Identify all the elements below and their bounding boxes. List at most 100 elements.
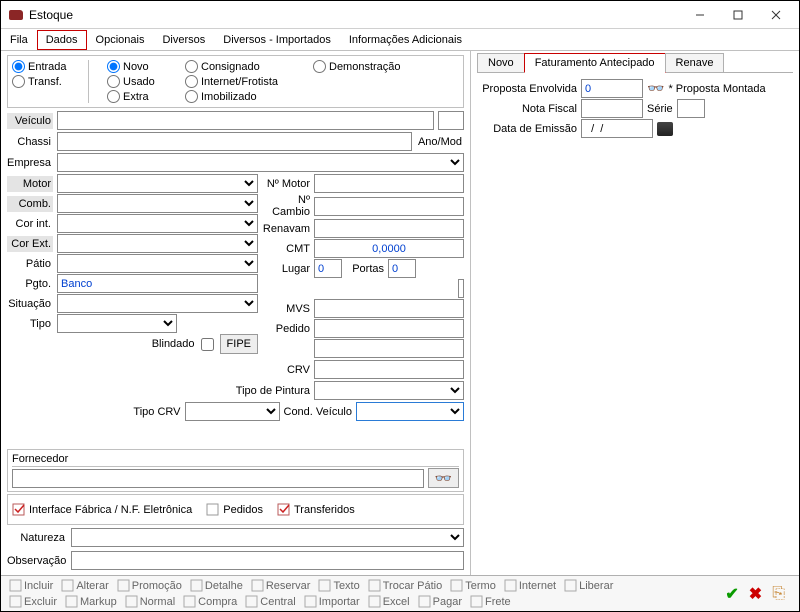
tool-icon [418, 595, 431, 608]
label-proposta: Proposta Envolvida [477, 83, 577, 95]
extra-field[interactable] [314, 339, 464, 358]
fornecedor-field[interactable] [12, 469, 424, 488]
window-title: Estoque [29, 8, 681, 22]
tool-trocar-pátio[interactable]: Trocar Pátio [366, 578, 445, 593]
renavam-field[interactable] [314, 219, 464, 238]
radio-entrada[interactable]: Entrada [12, 60, 70, 73]
chk-interface-fabrica[interactable]: Interface Fábrica / N.F. Eletrônica [12, 503, 192, 516]
binoculars-icon[interactable]: 👓 [647, 80, 664, 97]
label-pedido: Pedido [262, 323, 310, 335]
radio-extra[interactable]: Extra [107, 90, 167, 103]
tab-renave[interactable]: Renave [665, 53, 725, 72]
empresa-select[interactable] [57, 153, 464, 172]
tool-central[interactable]: Central [243, 594, 297, 609]
proposta-field[interactable] [581, 79, 643, 98]
tool-promoção[interactable]: Promoção [115, 578, 184, 593]
nmotor-field[interactable] [314, 174, 464, 193]
label-condveiculo: Cond. Veículo [284, 406, 353, 418]
chassi-field[interactable] [57, 132, 412, 151]
radio-usado[interactable]: Usado [107, 75, 167, 88]
comb-select[interactable] [57, 194, 258, 213]
dataemissao-field[interactable] [581, 119, 653, 138]
app-icon [9, 10, 23, 20]
tool-icon [61, 579, 74, 592]
radio-transf[interactable]: Transf. [12, 75, 70, 88]
tab-faturamento[interactable]: Faturamento Antecipado [524, 53, 666, 73]
cmt-field[interactable] [314, 239, 464, 258]
chk-pedidos[interactable]: Pedidos [206, 503, 263, 516]
tool-compra[interactable]: Compra [181, 594, 239, 609]
tab-novo[interactable]: Novo [477, 53, 525, 72]
label-patio: Pátio [7, 258, 53, 270]
mvs-field[interactable] [314, 299, 464, 318]
tool-excluir[interactable]: Excluir [7, 594, 59, 609]
close-button[interactable] [757, 3, 795, 27]
radio-consignado[interactable]: Consignado [185, 60, 295, 73]
label-nf: Nota Fiscal [477, 103, 577, 115]
tool-normal[interactable]: Normal [123, 594, 177, 609]
blindado-checkbox[interactable] [201, 338, 214, 351]
tool-excel[interactable]: Excel [366, 594, 412, 609]
exit-button[interactable]: ⎘ [772, 585, 785, 603]
tool-reservar[interactable]: Reservar [249, 578, 313, 593]
menu-diversos[interactable]: Diversos [153, 30, 214, 50]
menu-info-adicionais[interactable]: Informações Adicionais [340, 30, 471, 50]
menu-dados[interactable]: Dados [37, 30, 87, 50]
tool-alterar[interactable]: Alterar [59, 578, 110, 593]
veiculo-extra-field[interactable] [438, 111, 464, 130]
label-tipopintura: Tipo de Pintura [236, 385, 310, 397]
condveiculo-select[interactable] [356, 402, 464, 421]
tool-incluir[interactable]: Incluir [7, 578, 55, 593]
tool-frete[interactable]: Frete [468, 594, 513, 609]
label-tipo: Tipo [7, 318, 53, 330]
tool-pagar[interactable]: Pagar [416, 594, 464, 609]
corext-select[interactable] [57, 234, 258, 253]
label-serie: Série [647, 103, 673, 115]
tipo-select[interactable] [57, 314, 177, 333]
patio-select[interactable] [57, 254, 258, 273]
corint-select[interactable] [57, 214, 258, 233]
tool-internet[interactable]: Internet [502, 578, 558, 593]
motor-select[interactable] [57, 174, 258, 193]
menu-opcionais[interactable]: Opcionais [87, 30, 154, 50]
maximize-button[interactable] [719, 3, 757, 27]
tool-detalhe[interactable]: Detalhe [188, 578, 245, 593]
lugar-field[interactable] [314, 259, 342, 278]
toolbar: Incluir Alterar Promoção Detalhe ReservarTex… [1, 575, 799, 611]
cancel-button[interactable]: ✖ [749, 584, 762, 604]
radio-demo[interactable]: Demonstração [313, 60, 401, 73]
portas-field[interactable] [388, 259, 416, 278]
natureza-select[interactable] [71, 528, 464, 547]
radio-novo[interactable]: Novo [107, 60, 167, 73]
tool-icon [125, 595, 138, 608]
minimize-button[interactable] [681, 3, 719, 27]
veiculo-field[interactable] [57, 111, 434, 130]
tool-importar[interactable]: Importar [302, 594, 362, 609]
fornecedor-search-button[interactable]: 👓 [428, 468, 459, 488]
menu-diversos-importados[interactable]: Diversos - Importados [214, 30, 340, 50]
confirm-button[interactable]: ✔ [725, 584, 738, 604]
menu-fila[interactable]: Fila [1, 30, 37, 50]
scanner-icon[interactable] [657, 122, 673, 136]
radio-imobilizado[interactable]: Imobilizado [185, 90, 295, 103]
tool-liberar[interactable]: Liberar [562, 578, 615, 593]
tipopintura-select[interactable] [314, 381, 464, 400]
tool-markup[interactable]: Markup [63, 594, 119, 609]
serie-field[interactable] [677, 99, 705, 118]
crv-field[interactable] [314, 360, 464, 379]
observacao-field[interactable] [71, 551, 464, 570]
nf-field[interactable] [581, 99, 643, 118]
tipocrv-select[interactable] [185, 402, 280, 421]
label-comb: Comb. [7, 196, 53, 212]
tool-termo[interactable]: Termo [448, 578, 498, 593]
tool-icon [65, 595, 78, 608]
pedido-field[interactable] [314, 319, 464, 338]
radio-internet[interactable]: Internet/Frotista [185, 75, 295, 88]
label-corint: Cor int. [7, 218, 53, 230]
chk-transferidos[interactable]: Transferidos [277, 503, 355, 516]
ncambio-field[interactable] [314, 197, 464, 216]
situacao-select[interactable] [57, 294, 258, 313]
pgto-field[interactable] [57, 274, 258, 293]
tool-texto[interactable]: Texto [316, 578, 361, 593]
fipe-button[interactable]: FIPE [220, 334, 258, 354]
